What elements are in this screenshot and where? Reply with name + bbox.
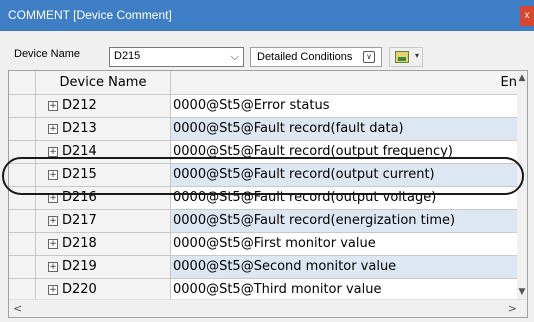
row-selector[interactable] (9, 210, 36, 232)
row-selector[interactable] (9, 279, 36, 301)
plus-box-icon[interactable]: + (48, 285, 58, 295)
comment-cell[interactable]: 0000@St5@Fault record(output current) (171, 164, 519, 186)
plus-box-icon[interactable]: + (48, 101, 58, 111)
table-row[interactable]: + D212 0000@St5@Error status (9, 95, 519, 118)
chevron-left-icon[interactable]: < (13, 302, 22, 315)
device-name-cell[interactable]: + D218 (36, 233, 171, 255)
close-icon: x (524, 10, 530, 21)
plus-box-icon[interactable]: + (48, 239, 58, 249)
table-row[interactable]: + D214 0000@St5@Fault record(output freq… (9, 141, 519, 164)
comment-cell[interactable]: 0000@St5@Fault record(output frequency) (171, 141, 519, 163)
device-name-cell[interactable]: + D214 (36, 141, 171, 163)
device-name-cell[interactable]: + D220 (36, 279, 171, 301)
row-selector[interactable] (9, 233, 36, 255)
plus-box-icon[interactable]: + (48, 216, 58, 226)
comment-cell[interactable]: 0000@St5@Fault record(energization time) (171, 210, 519, 232)
device-name-text: D213 (62, 121, 97, 136)
chevron-down-icon: ⌵ (230, 51, 239, 63)
device-name-cell[interactable]: + D219 (36, 256, 171, 278)
comment-cell[interactable]: 0000@St5@Second monitor value (171, 256, 519, 278)
comment-cell[interactable]: 0000@St5@First monitor value (171, 233, 519, 255)
table-row[interactable]: + D213 0000@St5@Fault record(fault data) (9, 118, 519, 141)
device-name-text: D217 (62, 213, 97, 228)
row-selector[interactable] (9, 141, 36, 163)
column-header-device-name[interactable]: Device Name (36, 71, 171, 94)
column-header-comment[interactable]: En (171, 71, 519, 94)
device-name-cell[interactable]: + D212 (36, 95, 171, 117)
chevron-down-icon[interactable]: ▼ (517, 287, 527, 297)
device-comment-window: COMMENT [Device Comment] x Device Name D… (0, 0, 534, 322)
double-chevron-icon: ∨ (363, 51, 375, 63)
plus-box-icon[interactable]: + (48, 262, 58, 272)
table-row[interactable]: + D216 0000@St5@Fault record(output volt… (9, 187, 519, 210)
device-name-text: D218 (62, 236, 97, 251)
device-name-value: D215 (114, 50, 141, 62)
toolbar: Device Name D215 ⌵ Detailed Conditions ∨… (0, 38, 534, 68)
device-comment-grid[interactable]: Device Name En + D212 0000@St5@Error sta… (8, 70, 528, 318)
plus-box-icon[interactable]: + (48, 147, 58, 157)
device-name-text: D212 (62, 98, 97, 113)
chevron-up-icon[interactable]: ▲ (517, 73, 527, 83)
title-bar: COMMENT [Device Comment] x (0, 0, 534, 31)
row-selector[interactable] (9, 164, 36, 186)
grid-view-button[interactable]: ▾ (389, 47, 423, 67)
device-name-combobox[interactable]: D215 ⌵ (109, 47, 244, 67)
row-selector[interactable] (9, 118, 36, 140)
dropdown-arrow-icon: ▾ (414, 51, 419, 60)
device-name-text: D219 (62, 259, 97, 274)
row-selector[interactable] (9, 95, 36, 117)
vertical-scrollbar[interactable]: ▲ ▼ (517, 71, 527, 299)
close-button[interactable]: x (520, 6, 534, 26)
plus-box-icon[interactable]: + (48, 124, 58, 134)
comment-cell[interactable]: 0000@St5@Fault record(fault data) (171, 118, 519, 140)
table-row[interactable]: + D217 0000@St5@Fault record(energizatio… (9, 210, 519, 233)
plus-box-icon[interactable]: + (48, 193, 58, 203)
comment-cell[interactable]: 0000@St5@Error status (171, 95, 519, 117)
device-name-text: D216 (62, 190, 97, 205)
comment-cell[interactable]: 0000@St5@Fault record(output voltage) (171, 187, 519, 209)
horizontal-scrollbar[interactable]: < > (9, 299, 527, 317)
row-selector[interactable] (9, 187, 36, 209)
table-row[interactable]: + D218 0000@St5@First monitor value (9, 233, 519, 256)
plus-box-icon[interactable]: + (48, 170, 58, 180)
comment-cell[interactable]: 0000@St5@Third monitor value (171, 279, 519, 301)
grid-view-icon (395, 51, 409, 63)
detailed-conditions-button[interactable]: Detailed Conditions ∨ (250, 47, 382, 67)
row-selector[interactable] (9, 256, 36, 278)
device-name-text: D215 (62, 167, 97, 182)
device-name-cell[interactable]: + D216 (36, 187, 171, 209)
window-title: COMMENT [Device Comment] (8, 8, 172, 22)
grid-header: Device Name En (9, 71, 519, 95)
detailed-conditions-label: Detailed Conditions (257, 51, 353, 63)
device-name-cell[interactable]: + D213 (36, 118, 171, 140)
table-row[interactable]: + D215 0000@St5@Fault record(output curr… (9, 164, 519, 187)
chevron-right-icon[interactable]: > (508, 302, 517, 315)
device-name-text: D214 (62, 144, 97, 159)
table-row[interactable]: + D219 0000@St5@Second monitor value (9, 256, 519, 279)
device-name-text: D220 (62, 282, 97, 297)
device-name-cell[interactable]: + D215 (36, 164, 171, 186)
device-name-label: Device Name (14, 48, 81, 60)
header-selector-cell[interactable] (9, 71, 36, 94)
device-name-cell[interactable]: + D217 (36, 210, 171, 232)
